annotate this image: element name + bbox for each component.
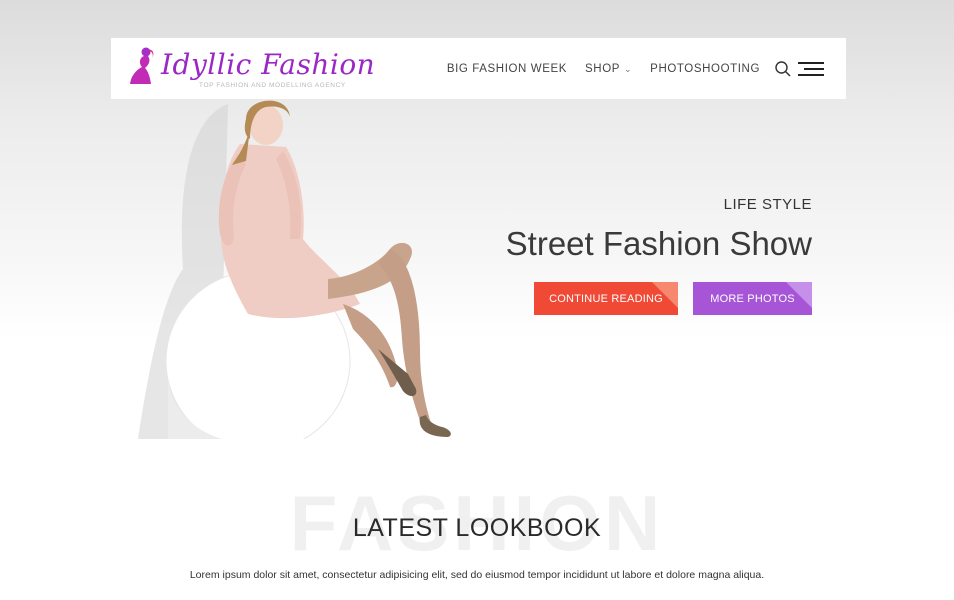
corner-fold-decoration [786, 282, 812, 308]
nav-item-label: SHOP [585, 62, 621, 75]
woman-silhouette-icon [130, 47, 154, 84]
hamburger-menu-icon[interactable] [798, 61, 824, 76]
chevron-down-icon: ⌄ [624, 63, 633, 74]
nav-item-label: PHOTOSHOOTING [650, 62, 760, 75]
nav-item-label: BIG FASHION WEEK [446, 62, 568, 75]
continue-reading-button[interactable]: CONTINUE READING [534, 282, 678, 315]
brand-logo[interactable]: Idyllic Fashion TOP FASHION AND MODELLIN… [127, 46, 375, 92]
hero-title: Street Fashion Show [505, 225, 812, 262]
hero-eyebrow: LIFE STYLE [723, 196, 812, 213]
more-photos-label: MORE PHOTOS [710, 292, 795, 305]
hero-text-block: LIFE STYLE Street Fashion Show [506, 196, 812, 263]
nav-item-big-fashion-week[interactable]: BIG FASHION WEEK [447, 63, 567, 75]
site-header: Idyllic Fashion TOP FASHION AND MODELLIN… [111, 38, 846, 99]
nav-item-shop[interactable]: SHOP ⌄ [585, 63, 632, 75]
main-navigation: BIG FASHION WEEK SHOP ⌄ PHOTOSHOOTING [429, 38, 824, 99]
search-icon[interactable] [774, 60, 792, 78]
nav-item-photoshooting[interactable]: PHOTOSHOOTING [650, 63, 760, 75]
section-title: LATEST LOOKBOOK [352, 514, 602, 542]
continue-reading-label: CONTINUE READING [549, 292, 663, 305]
brand-tagline: TOP FASHION AND MODELLING AGENCY [199, 82, 346, 89]
hero-model-photo [128, 99, 463, 452]
section-description: Lorem ipsum dolor sit amet, consectetur … [189, 569, 765, 581]
brand-name: Idyllic Fashion [161, 48, 376, 81]
corner-fold-decoration [652, 282, 678, 308]
more-photos-button[interactable]: MORE PHOTOS [693, 282, 812, 315]
